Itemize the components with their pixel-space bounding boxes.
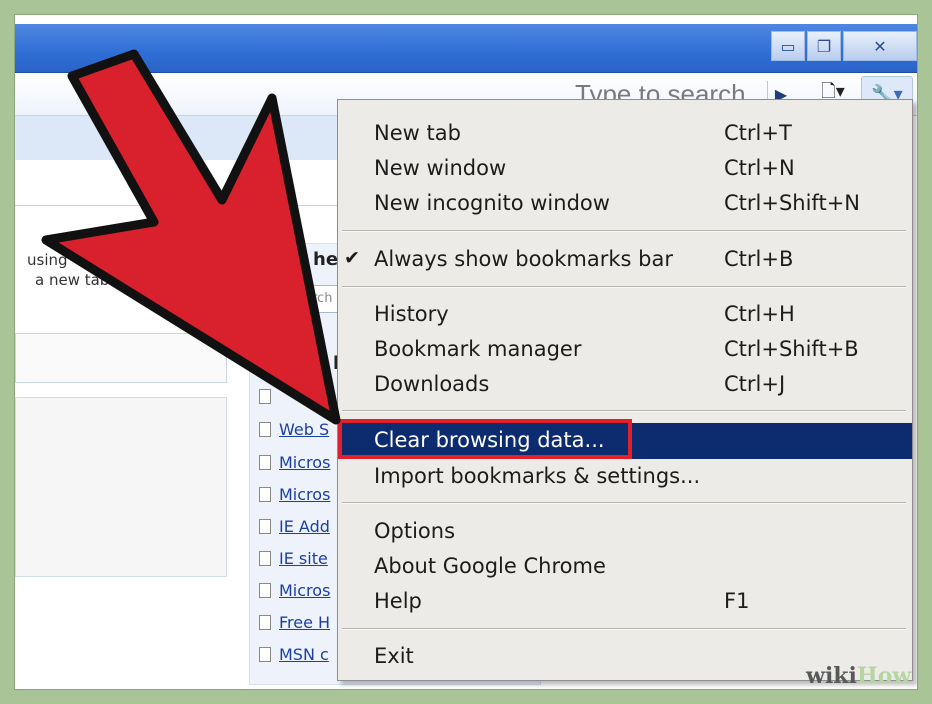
wikihow-watermark: wikiHow — [806, 663, 911, 689]
watermark-part: How — [856, 663, 912, 689]
pointer-arrow-icon — [41, 49, 341, 425]
watermark-part: wiki — [806, 663, 857, 689]
